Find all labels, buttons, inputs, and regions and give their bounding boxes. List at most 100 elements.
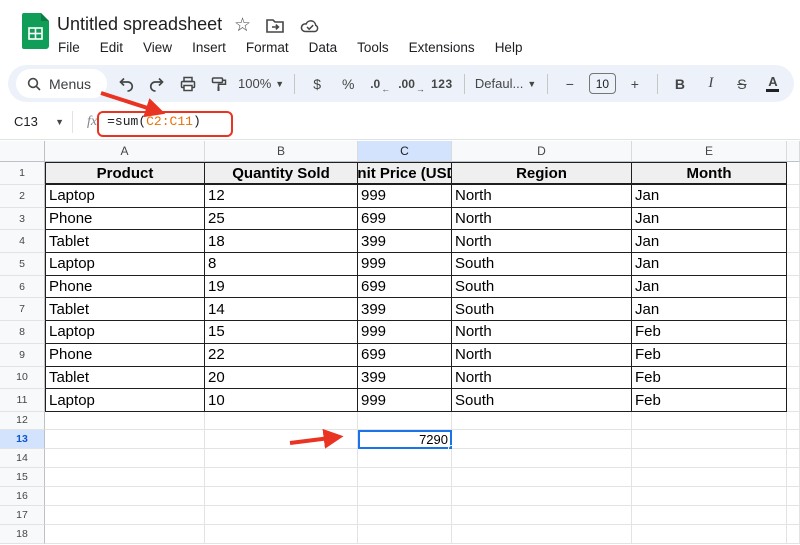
cell-D10[interactable]: North <box>452 367 632 390</box>
cell-D15[interactable] <box>452 468 632 487</box>
redo-button[interactable] <box>145 71 169 97</box>
cell-partial-3[interactable] <box>787 208 800 231</box>
cell-C17[interactable] <box>358 506 452 525</box>
cell-B6[interactable]: 19 <box>205 276 358 299</box>
cell-A14[interactable] <box>45 449 205 468</box>
cell-C2[interactable]: 999 <box>358 185 452 208</box>
cell-D2[interactable]: North <box>452 185 632 208</box>
zoom-select[interactable]: 100% ▼ <box>238 76 284 91</box>
cell-C9[interactable]: 699 <box>358 344 452 367</box>
cell-E5[interactable]: Jan <box>632 253 787 276</box>
cell-A12[interactable] <box>45 412 205 430</box>
cell-C12[interactable] <box>358 412 452 430</box>
column-header-C[interactable]: C <box>358 141 452 162</box>
more-formats-button[interactable]: 123 <box>430 71 454 97</box>
cell-C3[interactable]: 699 <box>358 208 452 231</box>
cell-E17[interactable] <box>632 506 787 525</box>
row-header-9[interactable]: 9 <box>0 344 45 367</box>
cell-A11[interactable]: Laptop <box>45 389 205 412</box>
menu-help[interactable]: Help <box>492 38 526 57</box>
column-header-A[interactable]: A <box>45 141 205 162</box>
row-header-7[interactable]: 7 <box>0 298 45 321</box>
cell-A9[interactable]: Phone <box>45 344 205 367</box>
cell-B7[interactable]: 14 <box>205 298 358 321</box>
cell-B4[interactable]: 18 <box>205 230 358 253</box>
print-button[interactable] <box>176 71 200 97</box>
cell-A3[interactable]: Phone <box>45 208 205 231</box>
cell-partial-5[interactable] <box>787 253 800 276</box>
cell-partial-6[interactable] <box>787 276 800 299</box>
cell-B17[interactable] <box>205 506 358 525</box>
cell-C18[interactable] <box>358 525 452 544</box>
cell-D3[interactable]: North <box>452 208 632 231</box>
row-header-15[interactable]: 15 <box>0 468 45 487</box>
cell-D16[interactable] <box>452 487 632 506</box>
cell-A15[interactable] <box>45 468 205 487</box>
cell-C4[interactable]: 399 <box>358 230 452 253</box>
cell-A16[interactable] <box>45 487 205 506</box>
select-all-corner[interactable] <box>0 141 45 162</box>
cell-D8[interactable]: North <box>452 321 632 344</box>
cell-B8[interactable]: 15 <box>205 321 358 344</box>
cell-partial-11[interactable] <box>787 389 800 412</box>
sheets-logo-icon[interactable] <box>22 13 49 49</box>
cell-partial-16[interactable] <box>787 487 800 506</box>
cell-A5[interactable]: Laptop <box>45 253 205 276</box>
cell-C15[interactable] <box>358 468 452 487</box>
cell-A6[interactable]: Phone <box>45 276 205 299</box>
cell-D9[interactable]: North <box>452 344 632 367</box>
cell-B12[interactable] <box>205 412 358 430</box>
cell-partial-2[interactable] <box>787 185 800 208</box>
menu-view[interactable]: View <box>140 38 175 57</box>
cell-C11[interactable]: 999 <box>358 389 452 412</box>
cell-D12[interactable] <box>452 412 632 430</box>
strikethrough-button[interactable]: S <box>730 71 754 97</box>
cell-A18[interactable] <box>45 525 205 544</box>
fill-handle[interactable] <box>448 445 452 449</box>
cell-B16[interactable] <box>205 487 358 506</box>
cell-E2[interactable]: Jan <box>632 185 787 208</box>
format-percent-button[interactable]: % <box>336 71 360 97</box>
cell-C16[interactable] <box>358 487 452 506</box>
cell-B15[interactable] <box>205 468 358 487</box>
cell-E8[interactable]: Feb <box>632 321 787 344</box>
cell-E9[interactable]: Feb <box>632 344 787 367</box>
cell-partial-7[interactable] <box>787 298 800 321</box>
row-header-16[interactable]: 16 <box>0 487 45 506</box>
cell-E18[interactable] <box>632 525 787 544</box>
cell-D4[interactable]: North <box>452 230 632 253</box>
menu-extensions[interactable]: Extensions <box>406 38 478 57</box>
cell-E10[interactable]: Feb <box>632 367 787 390</box>
row-header-10[interactable]: 10 <box>0 367 45 390</box>
cell-B14[interactable] <box>205 449 358 468</box>
cell-B10[interactable]: 20 <box>205 367 358 390</box>
cell-A10[interactable]: Tablet <box>45 367 205 390</box>
undo-button[interactable] <box>114 71 138 97</box>
cell-E1[interactable]: Month <box>632 162 787 185</box>
font-select[interactable]: Defaul... ▼ <box>475 76 537 91</box>
cell-D14[interactable] <box>452 449 632 468</box>
text-color-button[interactable]: A <box>761 71 785 97</box>
decrease-font-size-button[interactable]: − <box>558 71 582 97</box>
cell-B9[interactable]: 22 <box>205 344 358 367</box>
cell-partial-9[interactable] <box>787 344 800 367</box>
cell-partial-14[interactable] <box>787 449 800 468</box>
decrease-decimal-button[interactable]: .0← <box>367 71 391 97</box>
menu-tools[interactable]: Tools <box>354 38 392 57</box>
cell-D5[interactable]: South <box>452 253 632 276</box>
cell-partial-13[interactable] <box>787 430 800 449</box>
row-header-11[interactable]: 11 <box>0 389 45 412</box>
cell-partial-12[interactable] <box>787 412 800 430</box>
cell-A4[interactable]: Tablet <box>45 230 205 253</box>
row-header-17[interactable]: 17 <box>0 506 45 525</box>
format-currency-button[interactable]: $ <box>305 71 329 97</box>
column-header-E[interactable]: E <box>632 141 787 162</box>
increase-decimal-button[interactable]: .00→ <box>398 71 423 97</box>
row-header-13[interactable]: 13 <box>0 430 45 449</box>
row-header-8[interactable]: 8 <box>0 321 45 344</box>
cloud-status-icon[interactable] <box>299 16 321 36</box>
cell-A17[interactable] <box>45 506 205 525</box>
cell-partial-10[interactable] <box>787 367 800 390</box>
cell-C14[interactable] <box>358 449 452 468</box>
cell-D6[interactable]: South <box>452 276 632 299</box>
